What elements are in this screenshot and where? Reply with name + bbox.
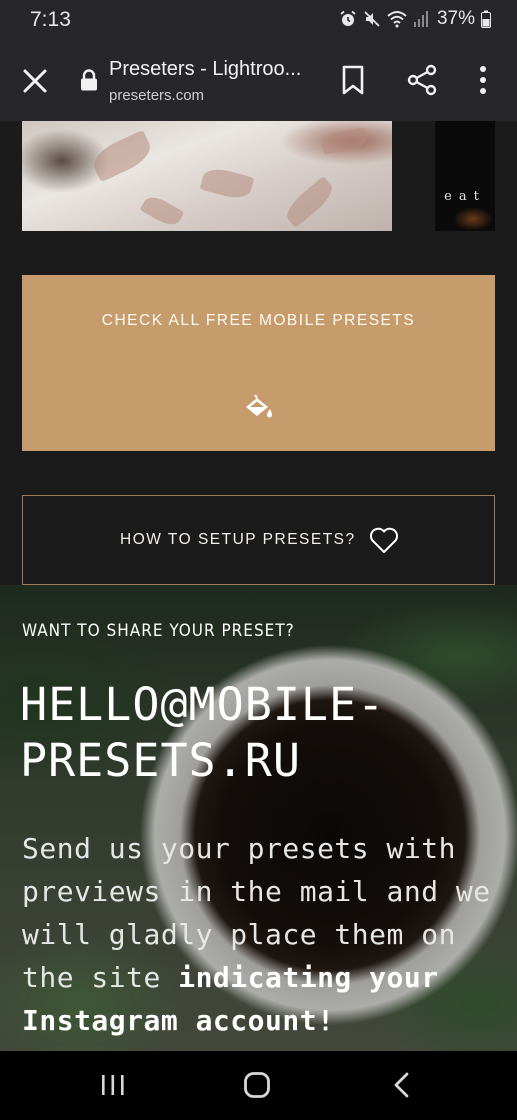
bookmark-icon[interactable] xyxy=(340,64,366,96)
share-kicker: WANT TO SHARE YOUR PRESET? xyxy=(22,621,295,641)
preset-preview-image-side[interactable]: eat xyxy=(435,121,495,231)
status-time: 7:13 xyxy=(30,8,71,31)
share-icon[interactable] xyxy=(406,64,438,96)
signal-icon xyxy=(413,11,428,27)
lock-icon xyxy=(81,69,97,91)
preset-preview-image[interactable] xyxy=(22,121,392,231)
recent-apps-icon[interactable] xyxy=(100,1073,126,1097)
alarm-icon xyxy=(340,10,356,26)
status-icons: 37% xyxy=(339,8,491,30)
image-glow xyxy=(453,207,493,231)
share-description: Send us your presets with previews in th… xyxy=(22,827,502,1042)
how-to-setup-label: HOW TO SETUP PRESETS? xyxy=(120,531,356,548)
more-vert-icon[interactable] xyxy=(474,64,492,96)
share-email-link[interactable]: HELLO@MOBILE-PRESETS.RU xyxy=(20,677,500,789)
home-icon[interactable] xyxy=(243,1071,271,1099)
petal-shape xyxy=(320,127,369,155)
system-navigation-bar xyxy=(0,1051,517,1120)
battery-percentage: 37% xyxy=(436,8,475,29)
check-free-presets-button[interactable]: CHECK ALL FREE MOBILE PRESETS xyxy=(22,275,495,451)
wifi-icon xyxy=(387,11,407,28)
status-bar: 7:13 37% xyxy=(0,0,517,40)
mute-icon xyxy=(364,11,380,27)
page-title[interactable]: Preseters - Lightroo... xyxy=(109,58,301,81)
paint-bucket-icon xyxy=(246,394,272,418)
petal-shape xyxy=(199,164,255,203)
share-preset-section: WANT TO SHARE YOUR PRESET? HELLO@MOBILE-… xyxy=(0,585,517,1051)
petal-shape xyxy=(281,175,338,229)
heart-icon xyxy=(369,527,399,553)
back-icon[interactable] xyxy=(392,1071,410,1099)
check-free-presets-label: CHECK ALL FREE MOBILE PRESETS xyxy=(101,312,416,329)
browser-toolbar: Preseters - Lightroo... preseters.com xyxy=(0,40,517,121)
battery-icon xyxy=(481,10,491,28)
side-image-text: eat xyxy=(444,189,486,204)
web-page-content: eat CHECK ALL FREE MOBILE PRESETS HOW TO… xyxy=(0,121,517,1051)
petal-shape xyxy=(88,129,156,183)
petal-shape xyxy=(139,192,185,230)
how-to-setup-button[interactable]: HOW TO SETUP PRESETS? xyxy=(22,495,495,585)
page-domain[interactable]: preseters.com xyxy=(109,87,204,104)
close-icon[interactable] xyxy=(20,66,50,96)
